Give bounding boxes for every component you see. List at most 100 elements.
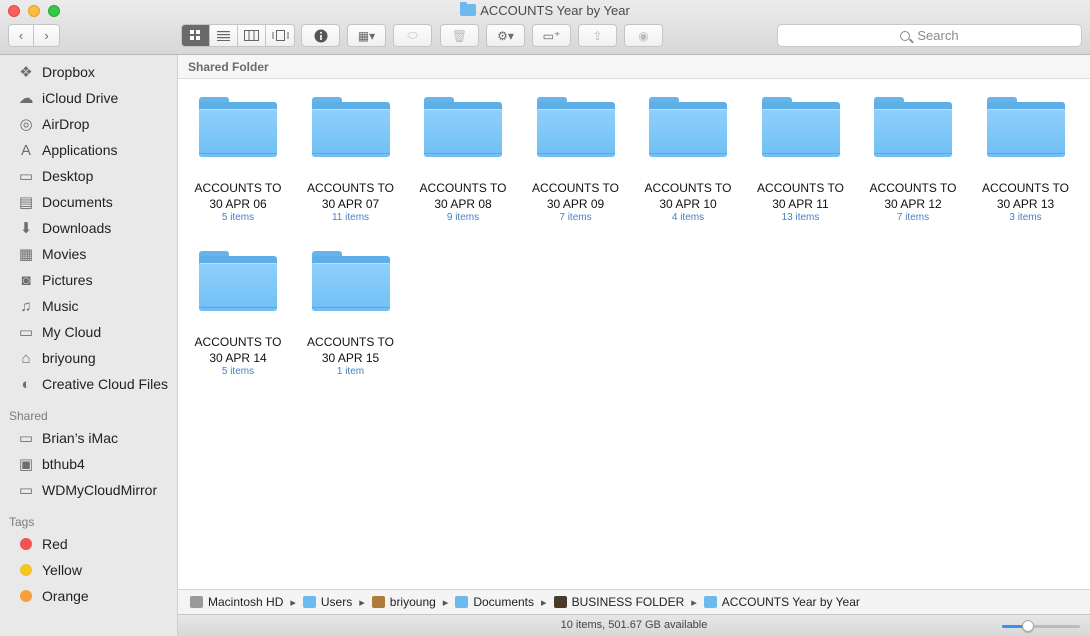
sidebar-item-airdrop[interactable]: ◎ AirDrop xyxy=(16,113,89,135)
cover-flow-view-button[interactable] xyxy=(266,25,294,46)
folder-icon xyxy=(199,251,277,311)
folder-name-line: ACCOUNTS TO xyxy=(982,181,1069,195)
sidebar-item-label: Pictures xyxy=(42,272,93,288)
sidebar-item-label: Creative Cloud Files xyxy=(42,376,169,392)
folder-name-line: 30 APR 09 xyxy=(546,197,605,211)
trash-button[interactable]: 🗑 xyxy=(440,24,479,47)
share-icon: ⇪ xyxy=(592,28,603,43)
folder-item[interactable]: ACCOUNTS TO 30 APR 06 5 items xyxy=(183,97,293,223)
sidebar-item-desktop[interactable]: ▭ Desktop xyxy=(16,165,93,187)
folder-icon xyxy=(424,97,502,157)
folder-name-line: ACCOUNTS TO xyxy=(869,181,957,195)
sidebar-tag-item[interactable]: Red xyxy=(16,533,68,555)
back-button[interactable]: ‹ xyxy=(9,25,34,46)
sidebar-item-applications[interactable]: A Applications xyxy=(16,139,118,161)
gear-icon: ⚙▾ xyxy=(497,28,514,43)
folder-icon xyxy=(761,97,840,157)
home-icon xyxy=(371,596,385,608)
folder-item[interactable]: ACCOUNTS TO 30 APR 12 7 items xyxy=(858,97,968,223)
content-header: Shared Folder xyxy=(178,55,1090,79)
path-crumb[interactable]: briyoung ▸ xyxy=(371,595,456,609)
folder-item[interactable]: ACCOUNTS TO 30 APR 07 11 items xyxy=(296,97,406,223)
column-view-button[interactable] xyxy=(238,25,266,46)
path-crumb[interactable]: ACCOUNTS Year by Year xyxy=(703,595,860,609)
folder-item[interactable]: ACCOUNTS TO 30 APR 15 1 item xyxy=(296,251,406,377)
tag-icon: ⬭ xyxy=(407,28,418,42)
downloads-icon: ⬇ xyxy=(19,220,33,237)
finder-window: ACCOUNTS Year by Year ‹ › ▦▾ ⬭ 🗑 ⚙▾ ▭⁺ ⇪… xyxy=(0,0,1090,636)
icon-size-slider[interactable] xyxy=(1002,620,1080,632)
path-crumb[interactable]: BUSINESS FOLDER ▸ xyxy=(553,595,704,609)
get-info-button[interactable] xyxy=(301,24,340,47)
chevron-right-icon: › xyxy=(44,28,49,43)
folder-item[interactable]: ACCOUNTS TO 30 APR 11 13 items xyxy=(746,97,856,223)
list-view-button[interactable] xyxy=(210,25,238,46)
folder-name: ACCOUNTS TO 30 APR 14 xyxy=(183,334,293,366)
folder-item-count: 5 items xyxy=(221,212,255,223)
toolbar: ACCOUNTS Year by Year ‹ › ▦▾ ⬭ 🗑 ⚙▾ ▭⁺ ⇪… xyxy=(0,0,1090,55)
quick-look-button[interactable]: ◉ xyxy=(624,24,663,47)
new-folder-button[interactable]: ▭⁺ xyxy=(532,24,571,47)
action-menu-button[interactable]: ⚙▾ xyxy=(486,24,525,47)
desktop-icon: ▭ xyxy=(18,168,34,185)
window-title: ACCOUNTS Year by Year xyxy=(0,2,1090,18)
status-bar: 10 items, 501.67 GB available xyxy=(178,614,1090,636)
folder-item-count: 13 items xyxy=(781,212,820,223)
folder-item[interactable]: ACCOUNTS TO 30 APR 10 4 items xyxy=(633,97,743,223)
folder-icon xyxy=(986,97,1065,157)
folder-item-count: 1 item xyxy=(336,366,365,377)
folder-item[interactable]: ACCOUNTS TO 30 APR 08 9 items xyxy=(408,97,518,223)
folder-icon xyxy=(311,97,390,157)
sidebar-item-label: WDMyCloudMirror xyxy=(42,482,158,498)
sidebar-item-label: bthub4 xyxy=(42,456,85,472)
folder-name: ACCOUNTS TO 30 APR 10 xyxy=(633,180,743,212)
arrange-button[interactable]: ▦▾ xyxy=(347,24,386,47)
sidebar-item-briyoung[interactable]: ⌂ briyoung xyxy=(16,347,95,369)
sidebar-item-creative-cloud-files[interactable]: ◐ Creative Cloud Files xyxy=(16,373,168,395)
sidebar-shared-item[interactable]: ▭ Brian’s iMac xyxy=(16,427,118,449)
folder-item[interactable]: ACCOUNTS TO 30 APR 13 3 items xyxy=(971,97,1081,223)
path-crumb-label: Users xyxy=(320,595,353,609)
imac-icon: ▭ xyxy=(18,430,34,447)
custom-folder-icon xyxy=(553,596,567,608)
info-icon xyxy=(314,29,327,42)
path-crumb[interactable]: Macintosh HD ▸ xyxy=(190,595,303,609)
folder-item-count: 4 items xyxy=(671,212,705,223)
path-separator-icon: ▸ xyxy=(442,596,449,609)
sidebar-item-my-cloud[interactable]: ▭ My Cloud xyxy=(16,321,101,343)
sidebar-item-label: AirDrop xyxy=(42,116,90,132)
home-icon: ⌂ xyxy=(21,349,31,367)
sidebar-item-label: Brian’s iMac xyxy=(42,430,118,446)
sidebar-shared-item[interactable]: ▣ bthub4 xyxy=(16,453,85,475)
folder-item[interactable]: ACCOUNTS TO 30 APR 09 7 items xyxy=(521,97,631,223)
sidebar-item-dropbox[interactable]: ❖ Dropbox xyxy=(16,61,95,83)
path-separator-icon: ▸ xyxy=(290,596,296,609)
icon-view-button[interactable] xyxy=(182,25,210,46)
sidebar-tag-item[interactable]: Yellow xyxy=(16,559,82,581)
sidebar-item-documents[interactable]: ▤ Documents xyxy=(16,191,113,213)
folder-icon xyxy=(455,596,469,608)
sidebar-item-movies[interactable]: ▦ Movies xyxy=(16,243,86,265)
sidebar-item-icloud-drive[interactable]: ☁ iCloud Drive xyxy=(16,87,119,109)
shared-heading: Shared xyxy=(9,409,48,423)
window-title-text: ACCOUNTS Year by Year xyxy=(480,3,630,18)
tags-button[interactable]: ⬭ xyxy=(393,24,432,47)
sidebar-item-downloads[interactable]: ⬇ Downloads xyxy=(16,217,112,239)
sidebar-item-pictures[interactable]: ◙ Pictures xyxy=(16,269,93,291)
path-crumb[interactable]: Documents ▸ xyxy=(455,595,553,609)
slider-knob[interactable] xyxy=(1021,620,1034,632)
navigation-buttons: ‹ › xyxy=(8,24,60,47)
share-button[interactable]: ⇪ xyxy=(578,24,617,47)
tag-label: Orange xyxy=(42,588,89,604)
path-crumb[interactable]: Users ▸ xyxy=(302,595,372,609)
folder-name: ACCOUNTS TO 30 APR 11 xyxy=(746,180,856,212)
forward-button[interactable]: › xyxy=(34,25,59,46)
folder-item-count: 9 items xyxy=(446,212,480,223)
search-field[interactable]: Search xyxy=(777,24,1082,47)
folder-item[interactable]: ACCOUNTS TO 30 APR 14 5 items xyxy=(183,251,293,377)
eye-icon: ◉ xyxy=(638,28,649,43)
sidebar-item-music[interactable]: ♫ Music xyxy=(16,295,78,317)
sidebar-shared-item[interactable]: ▭ WDMyCloudMirror xyxy=(16,479,157,501)
folder-icon xyxy=(536,97,615,157)
sidebar-tag-item[interactable]: Orange xyxy=(16,585,89,607)
